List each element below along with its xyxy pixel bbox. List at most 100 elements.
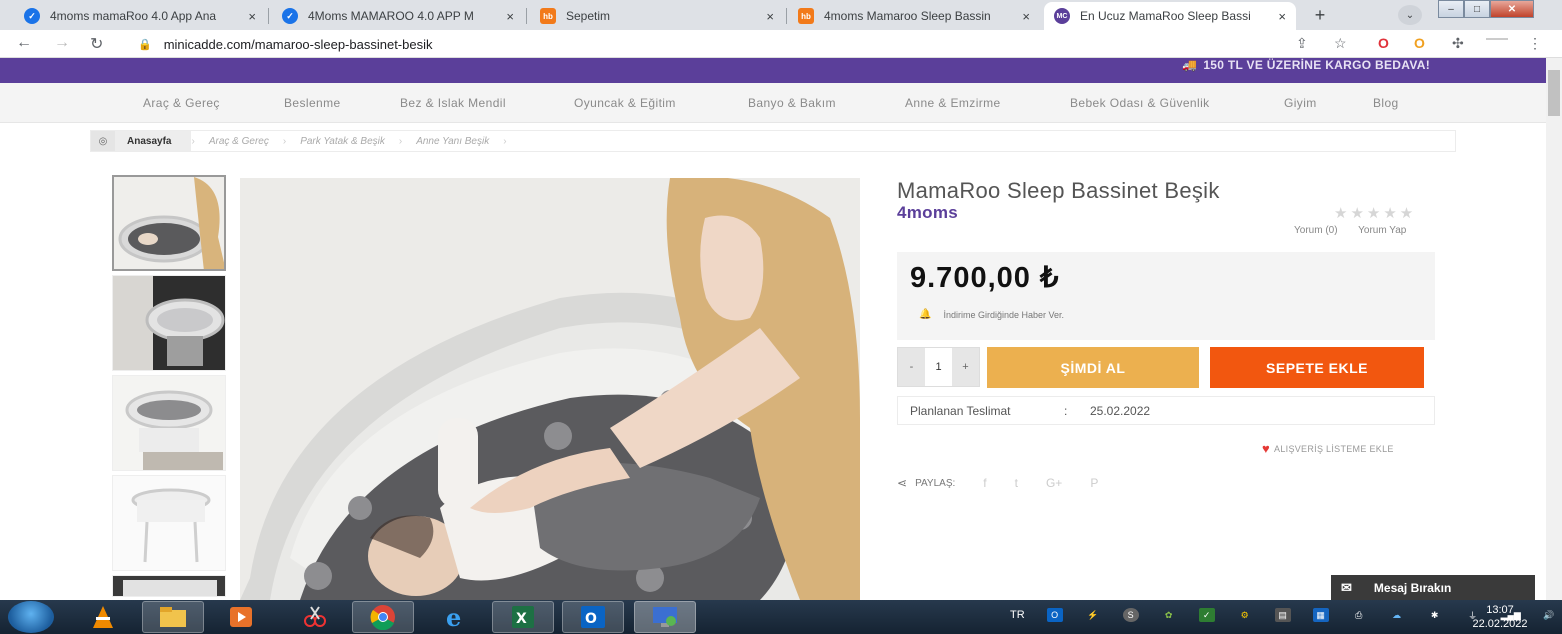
close-icon[interactable]: × [248,9,256,24]
snipping-tool-icon[interactable] [284,601,346,633]
price-alert-link[interactable]: 🔔 İndirime Girdiğinde Haber Ver. [919,309,1064,320]
browser-tab[interactable]: hb Sepetim × [530,2,784,30]
windows-taskbar: e X O TR O ⚡ S ✿ ✓ ⚙ ▤ ▦ ⎙ ☁ ✱ ⏚ ▂▄▆ 🔊 ⚑… [0,600,1562,634]
maximize-icon[interactable]: □ [1464,0,1490,18]
rating-stars[interactable]: ★★★★★ [1334,204,1416,222]
back-arrow-icon[interactable]: ← [16,34,32,52]
tab-search-icon[interactable]: ⌄ [1398,5,1422,25]
reload-icon[interactable]: ↻ [90,34,103,54]
price-alert-label[interactable]: İndirime Girdiğinde Haber Ver. [943,310,1064,320]
check-favicon-icon: ✓ [282,8,298,24]
browser-tab[interactable]: ✓ 4Moms MAMAROO 4.0 APP M × [272,2,524,30]
product-thumbnail[interactable] [112,175,226,271]
network-tray-icon[interactable]: ⚡ [1085,608,1101,622]
media-player-icon[interactable] [210,601,272,633]
opera-extension-icon[interactable]: O [1378,35,1389,51]
skype-tray-icon[interactable]: S [1122,608,1139,622]
close-icon[interactable]: × [1278,9,1286,24]
volume-tray-icon[interactable]: 🔊 [1541,608,1557,622]
leave-message-button[interactable]: ✉ Mesaj Bırakın [1331,575,1535,600]
product-thumbnail[interactable] [112,375,226,471]
breadcrumb-item[interactable]: Anne Yanı Beşik [402,136,503,147]
quantity-stepper: - 1 + [897,347,980,387]
start-button[interactable] [8,601,54,633]
printer-tray-icon[interactable]: ⎙ [1351,608,1367,622]
vlc-icon[interactable] [72,601,134,633]
lock-icon[interactable]: 🔒 [138,38,152,51]
product-main-image[interactable] [240,178,860,600]
nav-item-banyo-bakim[interactable]: Banyo & Bakım [748,96,836,110]
security-tray-icon[interactable]: ✓ [1198,608,1215,622]
breadcrumb-item[interactable]: Park Yatak & Beşik [286,136,399,147]
nav-item-bebek-odasi-guvenlik[interactable]: Bebek Odası & Güvenlik [1070,96,1210,110]
add-to-wishlist-link[interactable]: ♥ ALIŞVERİŞ LİSTEME EKLE [1262,441,1394,456]
nav-item-arac-gerec[interactable]: Araç & Gereç [143,96,220,110]
nav-item-beslenme[interactable]: Beslenme [284,96,341,110]
page-scrollbar[interactable] [1546,58,1562,600]
extension-icon[interactable]: O [1414,35,1425,51]
update-tray-icon[interactable]: ⚙ [1237,608,1253,622]
product-thumbnail[interactable] [112,575,226,597]
quantity-plus-button[interactable]: + [952,348,979,386]
product-brand-link[interactable]: 4moms [897,203,958,223]
twitter-icon[interactable]: t [1015,476,1018,490]
cloud-tray-icon[interactable]: ☁ [1389,608,1405,622]
bookmark-star-icon[interactable]: ☆ [1334,35,1347,52]
share-page-icon[interactable]: ⇪ [1296,35,1308,52]
language-indicator[interactable]: TR [1010,609,1025,621]
product-thumbnail[interactable] [112,475,226,571]
write-review-link[interactable]: Yorum Yap [1358,225,1406,236]
delivery-date: 25.02.2022 [1090,404,1151,418]
browser-tab[interactable]: hb 4moms Mamaroo Sleep Bassin × [788,2,1040,30]
buy-now-button[interactable]: ŞİMDİ AL [987,347,1199,388]
bluetooth-tray-icon[interactable]: ✱ [1427,608,1443,622]
scrollbar-thumb[interactable] [1548,70,1560,116]
close-icon[interactable]: × [506,9,514,24]
review-count-link[interactable]: Yorum (0) [1294,225,1338,236]
outlook-icon[interactable]: O [562,601,624,633]
profile-icon[interactable] [1486,38,1508,40]
display-tray-icon[interactable]: ▤ [1274,608,1291,622]
teams-tray-icon[interactable]: ▦ [1312,608,1329,622]
close-window-icon[interactable]: ✕ [1490,0,1534,18]
nav-item-anne-emzirme[interactable]: Anne & Emzirme [905,96,1001,110]
quantity-input[interactable]: 1 [925,348,952,386]
home-icon[interactable]: ◎ [91,131,115,151]
google-plus-icon[interactable]: G+ [1046,476,1062,490]
wishlist-label[interactable]: ALIŞVERİŞ LİSTEME EKLE [1274,444,1394,454]
taskbar-clock[interactable]: 13:07 22.02.2022 [1466,603,1534,631]
breadcrumb-item[interactable]: Araç & Gereç [195,136,283,147]
remote-desktop-icon[interactable] [634,601,696,633]
excel-icon[interactable]: X [492,601,554,633]
puzzle-icon[interactable]: ✣ [1452,35,1464,52]
outlook-tray-icon[interactable]: O [1046,608,1063,622]
browser-tab-active[interactable]: MC En Ucuz MamaRoo Sleep Bassi × [1044,2,1296,30]
nav-item-oyuncak-egitim[interactable]: Oyuncak & Eğitim [574,96,676,110]
menu-dots-icon[interactable]: ⋮ [1528,35,1542,52]
add-to-cart-button[interactable]: SEPETE EKLE [1210,347,1424,388]
nav-item-bez-islak-mendil[interactable]: Bez & Islak Mendil [400,96,506,110]
internet-explorer-icon[interactable]: e [424,601,486,633]
browser-tab-strip: ✓ 4moms mamaRoo 4.0 App Ana × ✓ 4Moms MA… [0,0,1562,30]
chrome-icon[interactable] [352,601,414,633]
facebook-icon[interactable]: f [983,476,986,490]
forward-arrow-icon[interactable]: → [54,34,70,52]
close-icon[interactable]: × [1022,9,1030,24]
quantity-minus-button[interactable]: - [898,348,925,386]
leave-message-label[interactable]: Mesaj Bırakın [1374,581,1451,595]
url-field[interactable]: 🔒 minicadde.com/mamaroo-sleep-bassinet-b… [128,33,1278,55]
file-explorer-icon[interactable] [142,601,204,633]
pinterest-icon[interactable]: P [1090,476,1098,490]
product-thumbnail[interactable] [112,275,226,371]
url-text[interactable]: minicadde.com/mamaroo-sleep-bassinet-bes… [164,37,433,52]
minimize-icon[interactable]: – [1438,0,1464,18]
nav-item-blog[interactable]: Blog [1373,96,1399,110]
new-tab-button[interactable]: + [1306,4,1334,26]
close-icon[interactable]: × [766,9,774,24]
breadcrumb-item[interactable]: Anasayfa [115,131,192,151]
share-label: PAYLAŞ: [915,477,956,489]
browser-tab[interactable]: ✓ 4moms mamaRoo 4.0 App Ana × [14,2,266,30]
app-tray-icon[interactable]: ✿ [1161,608,1177,622]
mc-favicon-icon: MC [1054,8,1070,24]
nav-item-giyim[interactable]: Giyim [1284,96,1317,110]
